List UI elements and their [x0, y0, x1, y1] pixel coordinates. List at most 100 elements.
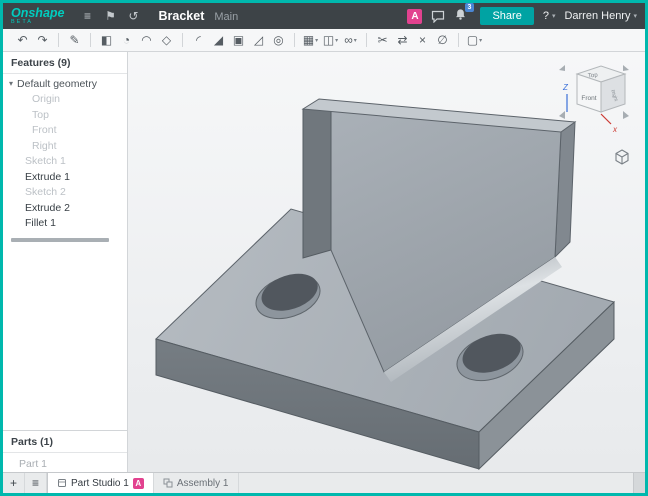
graphics-viewport[interactable]: Top Front Right Z x [128, 52, 645, 472]
history-icon[interactable]: ↺ [126, 9, 142, 23]
onshape-logo[interactable]: Onshape BETA [11, 7, 65, 26]
shell-icon[interactable]: ▣ [229, 31, 248, 50]
redo-icon[interactable]: ↷ [33, 31, 52, 50]
help-menu[interactable]: ? ▾ [543, 10, 556, 22]
tab-part-studio-1[interactable]: Part Studio 1 A [47, 473, 154, 493]
dropdown-caret-icon[interactable]: ▾ [335, 37, 338, 44]
part-label: Part 1 [19, 458, 47, 470]
view-rotate-arrow[interactable] [559, 111, 565, 119]
document-title: Bracket Main [159, 9, 239, 23]
parts-header: Parts (1) [3, 430, 127, 453]
view-cube-top-label: Top [588, 72, 599, 79]
sweep-icon[interactable]: ◠ [137, 31, 156, 50]
x-axis-line [601, 114, 611, 124]
user-menu[interactable]: Darren Henry ▾ [564, 10, 637, 22]
feature-item-front[interactable]: Front [3, 123, 127, 139]
loft-icon[interactable]: ◇ [157, 31, 176, 50]
app-header: Onshape BETA ≡ ⚑ ↺ Bracket Main A 3 Shar… [3, 3, 645, 29]
document-tab-bar: + ≡ Part Studio 1 A Assembly 1 [3, 472, 645, 493]
hamburger-menu-icon[interactable]: ≡ [80, 9, 96, 23]
features-header: Features (9) [3, 52, 127, 74]
workspace-name[interactable]: Main [214, 11, 238, 23]
view-rotate-arrow[interactable] [623, 111, 629, 119]
feature-item-label: Origin [32, 93, 60, 105]
shell-icon: ▣ [233, 33, 244, 47]
tab-label: Assembly 1 [177, 478, 229, 489]
part-studio-icon [57, 478, 67, 488]
display-options-icon[interactable]: ▢▾ [465, 31, 484, 50]
delete-face-icon[interactable]: × [413, 31, 432, 50]
onshape-window: Onshape BETA ≡ ⚑ ↺ Bracket Main A 3 Shar… [0, 0, 648, 496]
versions-icon[interactable]: ⚑ [103, 9, 119, 23]
transform-icon[interactable]: ⇄ [393, 31, 412, 50]
extrude-icon: ◧ [101, 33, 112, 47]
chamfer-icon: ◢ [214, 33, 223, 47]
collaborator-avatar[interactable]: A [407, 9, 422, 24]
feature-item-label: Fillet 1 [25, 217, 56, 229]
feature-item-label: Sketch 2 [25, 186, 66, 198]
feature-item-top[interactable]: Top [3, 107, 127, 123]
logo-beta-text: BETA [11, 20, 65, 26]
sketch-icon[interactable]: ✎ [65, 31, 84, 50]
undo-icon[interactable]: ↶ [13, 31, 32, 50]
parts-list: Part 1 [3, 453, 127, 472]
feature-item-label: Top [32, 109, 49, 121]
panel-spacer [3, 242, 127, 430]
feature-item-sketch-2[interactable]: Sketch 2 [3, 185, 127, 201]
undo-icon: ↶ [17, 33, 27, 47]
chat-icon[interactable] [431, 10, 445, 23]
feature-item-origin[interactable]: Origin [3, 92, 127, 108]
dropdown-caret-icon[interactable]: ▾ [315, 37, 318, 44]
feature-item-label: Default geometry [17, 78, 97, 90]
view-cube[interactable]: Top Front Right Z x [553, 58, 635, 146]
feature-item-default-geometry[interactable]: ▾ Default geometry [3, 76, 127, 92]
part-list-item[interactable]: Part 1 [3, 456, 127, 472]
view-rotate-arrow[interactable] [623, 65, 629, 71]
draft-icon[interactable]: ◿ [249, 31, 268, 50]
feature-item-label: Extrude 1 [25, 171, 70, 183]
draft-icon: ◿ [254, 33, 263, 47]
chamfer-icon[interactable]: ◢ [209, 31, 228, 50]
feature-item-extrude-1[interactable]: Extrude 1 [3, 169, 127, 185]
header-right: A 3 Share ? ▾ Darren Henry ▾ [407, 7, 637, 25]
rib-left-end-face[interactable] [303, 102, 331, 258]
tab-assembly-1[interactable]: Assembly 1 [154, 473, 239, 493]
revolve-icon[interactable]: ◔ [117, 31, 136, 50]
assembly-icon [163, 478, 173, 488]
hole-icon[interactable]: ◎ [269, 31, 288, 50]
add-tab-button[interactable]: + [3, 473, 25, 493]
measure-icon[interactable]: ∅ [433, 31, 452, 50]
fillet-icon[interactable]: ◜ [189, 31, 208, 50]
dropdown-caret-icon[interactable]: ▾ [479, 37, 482, 44]
feature-item-sketch-1[interactable]: Sketch 1 [3, 154, 127, 170]
extrude-icon[interactable]: ◧ [97, 31, 116, 50]
feature-item-right[interactable]: Right [3, 138, 127, 154]
share-button[interactable]: Share [480, 7, 533, 25]
feature-tree: ▾Default geometryOriginTopFrontRightSket… [3, 74, 127, 231]
redo-icon: ↷ [37, 33, 47, 47]
boolean-icon[interactable]: ∞▾ [341, 31, 360, 50]
isometric-view-button[interactable] [613, 148, 631, 166]
feature-item-fillet-1[interactable]: Fillet 1 [3, 216, 127, 232]
notifications-button[interactable]: 3 [454, 8, 467, 24]
feature-item-label: Sketch 1 [25, 155, 66, 167]
chevron-down-icon: ▾ [552, 12, 556, 20]
toolbar-separator [294, 33, 295, 47]
dropdown-caret-icon[interactable]: ▾ [354, 37, 357, 44]
help-icon: ? [543, 10, 549, 22]
tab-collaborator-badge: A [133, 478, 144, 489]
split-icon[interactable]: ✂ [373, 31, 392, 50]
view-rotate-arrow[interactable] [559, 65, 565, 71]
logo-text: Onshape [11, 7, 65, 20]
tab-manager-icon[interactable]: ≡ [25, 473, 47, 493]
feature-item-extrude-2[interactable]: Extrude 2 [3, 200, 127, 216]
mirror-icon[interactable]: ◫▾ [321, 31, 340, 50]
document-name[interactable]: Bracket [159, 9, 205, 23]
chevron-down-icon: ▾ [633, 12, 637, 20]
resize-grip[interactable] [633, 473, 645, 493]
feature-panel: Features (9) ▾ Default geometry Origin Top F… [3, 52, 128, 472]
linear-pattern-icon[interactable]: ▦▾ [301, 31, 320, 50]
chevron-down-icon[interactable]: ▾ [9, 79, 13, 88]
display-options-icon: ▢ [467, 33, 478, 47]
feature-toolbar: ↶↷✎◧◔◠◇◜◢▣◿◎▦▾◫▾∞▾✂⇄×∅▢▾ [3, 29, 645, 52]
